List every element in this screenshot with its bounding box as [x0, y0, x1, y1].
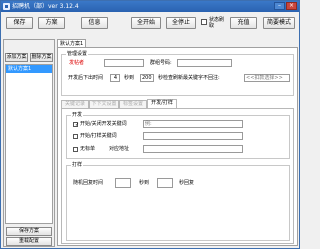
address-label: 对应地址 [109, 146, 130, 152]
checkbox-box[interactable] [73, 147, 78, 152]
interval-label: 开发后下出时间 [68, 75, 104, 81]
scheme-button[interactable]: 方案 [38, 17, 65, 29]
recharge-button[interactable]: 充值 [230, 17, 257, 29]
management-settings-group: 管理设置 发帖者 群组号码: 开发后下出时间 4 秒到 200 秒检查刷新最关键… [61, 51, 294, 96]
delay-max-input[interactable] [157, 178, 173, 188]
checkbox-label: 开始/关闭开发关键词 [80, 121, 127, 127]
simple-mode-button[interactable]: 简要模式 [263, 17, 295, 29]
title-bar[interactable]: 招聘机（部）ver 3.12.4 – × [1, 1, 299, 12]
app-icon [3, 3, 10, 10]
account-input[interactable] [104, 59, 144, 67]
checkbox-box[interactable] [201, 19, 207, 25]
interval-min-input[interactable]: 4 [110, 74, 120, 82]
scheme-list[interactable]: 默认方案1 [5, 64, 53, 224]
tab-keyword-record[interactable]: 关键记录 [61, 100, 89, 108]
group-number-label: 群组号码: [150, 60, 172, 66]
delay-unit1-label: 秒到 [139, 180, 150, 186]
tab-open-print[interactable]: 开发/打样 [147, 99, 177, 108]
interval-max-input[interactable]: 200 [140, 74, 154, 82]
print-group-title: 打样 [71, 162, 84, 168]
open-group-title: 开发 [71, 112, 84, 118]
info-button[interactable]: 信息 [81, 17, 108, 29]
scheme-panel: 添加方案 删除方案 默认方案1 保存方案 重载配置 [3, 39, 55, 247]
add-scheme-button[interactable]: 添加方案 [5, 53, 28, 62]
delay-label: 随机回复时间 [73, 180, 104, 186]
app-window: 招聘机（部）ver 3.12.4 – × 保存 方案 信息 全开始 全停止 状态… [0, 0, 300, 249]
window-title: 招聘机（部）ver 3.12.4 [12, 3, 79, 10]
tab-context-settings[interactable]: 下下文设置 [89, 100, 119, 108]
checkbox-box[interactable]: ✓ [73, 122, 80, 128]
open-group: 开发 ✓ 开始/关闭开发关键词 例: 开始/打样关键词 无标单 对应地址 [66, 112, 290, 159]
stop-all-button[interactable]: 全停止 [166, 17, 196, 29]
rule-label: 秒检查刷新最关键字不回注: [158, 75, 220, 81]
delay-unit2-label: 秒回复 [179, 180, 195, 186]
checkbox-label: 无标单 [80, 146, 96, 152]
interval-unit-label: 秒到 [124, 75, 135, 81]
checkbox-box[interactable] [73, 134, 78, 139]
check-icon: ✓ [75, 122, 80, 128]
group-number-input[interactable] [177, 59, 232, 67]
save-button[interactable]: 保存 [6, 17, 33, 29]
close-button[interactable]: × [286, 2, 297, 10]
tab-tag-settings[interactable]: 标签设置 [119, 100, 147, 108]
account-label: 发帖者 [69, 60, 85, 66]
print-keyword-input[interactable] [143, 132, 243, 140]
address-input[interactable] [143, 145, 243, 153]
checkbox-label: 开始/打样关键词 [80, 133, 117, 139]
open-print-panel: 开发 ✓ 开始/关闭开发关键词 例: 开始/打样关键词 无标单 对应地址 打样 … [61, 108, 294, 244]
checkbox-label: 状态刷取 [209, 17, 225, 29]
main-area: 默认方案1 管理设置 发帖者 群组号码: 开发后下出时间 4 秒到 200 秒检… [57, 39, 298, 247]
toolbar: 保存 方案 信息 全开始 全停止 状态刷取 充值 简要模式 [1, 12, 299, 36]
window-controls: – × [274, 2, 297, 10]
reload-config-button[interactable]: 重载配置 [6, 237, 52, 246]
open-keyword-input[interactable]: 例: [143, 120, 243, 128]
delete-scheme-button[interactable]: 删除方案 [30, 53, 53, 62]
print-group: 打样 随机回复时间 秒到 秒回复 [66, 162, 290, 241]
save-scheme-button[interactable]: 保存方案 [6, 227, 52, 236]
group-title: 管理设置 [66, 51, 89, 57]
scheme-list-item[interactable]: 默认方案1 [6, 65, 52, 73]
delay-min-input[interactable] [115, 178, 131, 188]
main-tab-panel: 管理设置 发帖者 群组号码: 开发后下出时间 4 秒到 200 秒检查刷新最关键… [57, 47, 298, 246]
start-all-button[interactable]: 全开始 [131, 17, 161, 29]
rule-select[interactable]: <<扣款选择>> [244, 74, 290, 82]
minimize-button[interactable]: – [274, 2, 285, 10]
